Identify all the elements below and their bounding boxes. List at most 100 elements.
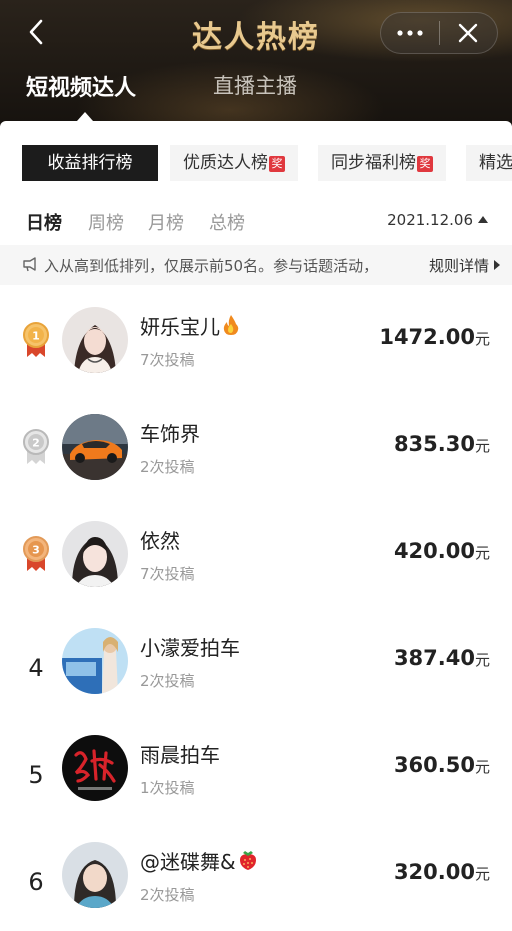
earnings-amount: 420.00元: [394, 539, 490, 563]
amount-value: 420.00: [393, 539, 475, 563]
date-value: 2021.12.06: [387, 211, 473, 229]
post-count: 2次投稿: [140, 458, 195, 476]
username-text: 车饰界: [140, 422, 200, 446]
ranking-type-chips: 收益排行榜 优质达人榜奖 同步福利榜奖 精选: [0, 145, 512, 181]
username-text: 依然: [140, 529, 180, 553]
gold-medal-icon: 1: [23, 322, 49, 357]
fire-emoji-icon: [223, 315, 239, 335]
post-count: 7次投稿: [140, 351, 195, 369]
rank-number: 4: [28, 654, 44, 682]
medal-rank: 2: [32, 437, 40, 450]
date-selector[interactable]: 2021.12.06: [387, 211, 488, 229]
earnings-amount: 320.00元: [394, 860, 490, 884]
period-tabs: 日榜 周榜 月榜 总榜 2021.12.06: [0, 209, 512, 237]
post-count: 2次投稿: [140, 672, 195, 690]
more-button[interactable]: [381, 13, 439, 53]
rules-link[interactable]: 规则详情: [429, 255, 500, 276]
avatar[interactable]: [62, 521, 128, 587]
amount-value: 835.30: [393, 432, 475, 456]
username-text: @迷碟舞&: [140, 850, 236, 874]
period-monthly[interactable]: 月榜: [148, 209, 184, 235]
ranking-row[interactable]: 6 @迷碟舞& 2次投稿 320.00元: [0, 830, 512, 931]
chip-earnings-ranking[interactable]: 收益排行榜: [22, 145, 158, 181]
period-daily[interactable]: 日榜: [26, 209, 62, 235]
post-count: 2次投稿: [140, 886, 195, 904]
ranking-row[interactable]: 2 车饰界 2次投稿 835.30元: [0, 402, 512, 510]
avatar[interactable]: [62, 307, 128, 373]
header: 达人热榜 短视频达人 直播主播: [0, 0, 512, 128]
avatar-image: [62, 414, 128, 480]
chip-sync-benefits[interactable]: 同步福利榜奖: [318, 145, 446, 181]
avatar[interactable]: [62, 414, 128, 480]
megaphone-icon: [23, 257, 36, 272]
app-root: 达人热榜 短视频达人 直播主播 收益排行榜 优质达人榜 奖 同步福利榜 奖 精选…: [0, 0, 512, 931]
medal-rank: 1: [32, 330, 40, 343]
award-badge: 奖: [417, 156, 433, 172]
avatar-image: [62, 521, 128, 587]
rules-label: 规则详情: [428, 257, 489, 275]
period-total[interactable]: 总榜: [209, 209, 245, 235]
username: 小濛爱拍车: [140, 632, 240, 661]
main-tabs: 短视频达人 直播主播: [0, 70, 512, 110]
active-tab-pointer: [77, 112, 93, 121]
amount-value: 1472.00: [379, 325, 475, 349]
username-text: 小濛爱拍车: [140, 636, 240, 660]
currency-unit: 元: [474, 758, 490, 776]
earnings-amount: 387.40元: [394, 646, 490, 670]
strawberry-emoji-icon: [239, 851, 256, 870]
avatar-image: [62, 842, 128, 908]
avatar-image: [62, 307, 128, 373]
rank-number: 6: [28, 868, 44, 896]
period-weekly[interactable]: 周榜: [88, 209, 124, 235]
username: 妍乐宝儿: [140, 311, 240, 340]
mini-program-capsule: [380, 12, 498, 54]
close-icon: [459, 23, 478, 43]
currency-unit: 元: [474, 330, 490, 348]
more-dots-icon: [397, 30, 423, 36]
award-badge: 奖: [269, 156, 285, 172]
avatar-image: [62, 735, 128, 801]
username-text: 雨晨拍车: [140, 743, 220, 767]
silver-medal-icon: 2: [23, 429, 49, 464]
ranking-row[interactable]: 1 妍乐宝儿 7次投稿 1472.00元: [0, 295, 512, 403]
bronze-medal-icon: 3: [23, 536, 49, 571]
notice-bar: 入从高到低排列，仅展示前50名。参与话题活动， 规则详情: [0, 245, 512, 285]
chip-label: 收益排行榜: [47, 153, 133, 173]
ranking-row[interactable]: 5 雨晨拍车 1次投稿 360.50元: [0, 723, 512, 831]
username: @迷碟舞&: [140, 846, 258, 875]
amount-value: 387.40: [393, 646, 475, 670]
currency-unit: 元: [474, 865, 490, 883]
earnings-amount: 835.30元: [394, 432, 490, 456]
ranking-row[interactable]: 4 小濛爱拍车 2次投稿 387.40元: [0, 616, 512, 724]
avatar-image: [62, 628, 128, 694]
chip-quality-creators[interactable]: 优质达人榜奖: [170, 145, 298, 181]
ranking-panel: 收益排行榜 优质达人榜奖 同步福利榜奖 精选 日榜 周榜 月榜 总榜 2021.…: [0, 121, 512, 931]
currency-unit: 元: [474, 651, 490, 669]
medal-rank: 3: [32, 544, 40, 557]
ranking-row[interactable]: 3 依然 7次投稿 420.00元: [0, 509, 512, 617]
caret-right-icon: [494, 260, 500, 270]
avatar[interactable]: [62, 628, 128, 694]
close-button[interactable]: [440, 13, 498, 53]
avatar[interactable]: [62, 735, 128, 801]
chip-label: 精选: [479, 153, 512, 173]
tab-live-streamer[interactable]: 直播主播: [213, 70, 297, 100]
rank-number: 5: [28, 761, 44, 789]
amount-value: 360.50: [393, 753, 475, 777]
chip-label: 优质达人榜: [183, 153, 268, 173]
post-count: 7次投稿: [140, 565, 195, 583]
currency-unit: 元: [474, 437, 490, 455]
username: 车饰界: [140, 418, 200, 447]
amount-value: 320.00: [393, 860, 475, 884]
caret-up-icon: [478, 216, 488, 223]
notice-text: 入从高到低排列，仅展示前50名。参与话题活动，: [44, 257, 379, 275]
username: 依然: [140, 525, 180, 554]
chip-featured[interactable]: 精选: [466, 145, 512, 181]
tab-short-video[interactable]: 短视频达人: [26, 70, 136, 102]
chip-label: 同步福利榜: [331, 153, 416, 173]
username: 雨晨拍车: [140, 739, 220, 768]
avatar[interactable]: [62, 842, 128, 908]
currency-unit: 元: [474, 544, 490, 562]
post-count: 1次投稿: [140, 779, 195, 797]
username-text: 妍乐宝儿: [140, 315, 220, 339]
